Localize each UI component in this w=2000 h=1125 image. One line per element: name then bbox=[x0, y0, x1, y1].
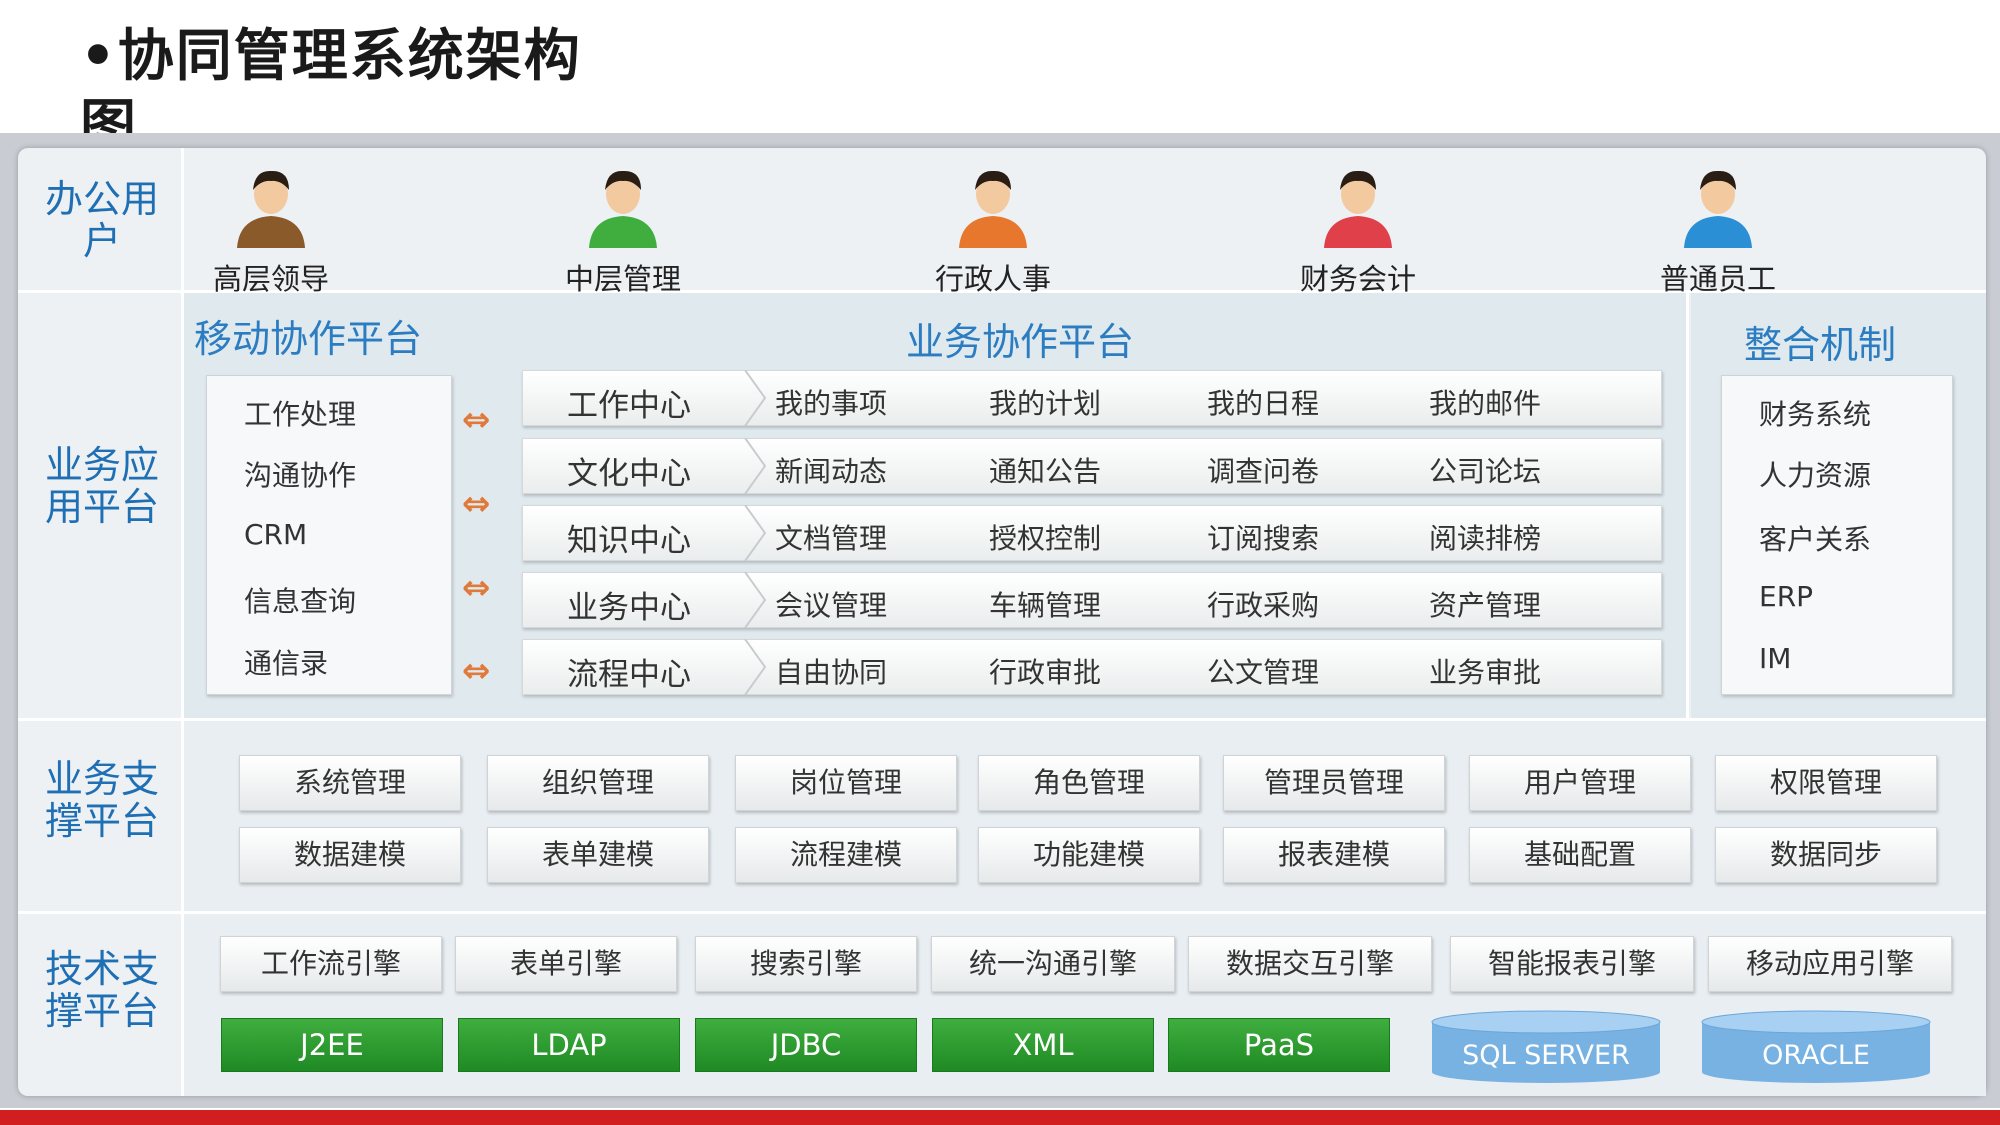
business-center-label: 业务中心 bbox=[567, 590, 691, 626]
tech-button[interactable]: XML bbox=[932, 1018, 1154, 1072]
senior-leader-avatar bbox=[237, 170, 305, 248]
engine-button[interactable]: 搜索引擎 bbox=[695, 936, 917, 992]
support-button[interactable]: 基础配置 bbox=[1469, 827, 1691, 883]
mobile-platform-title: 移动协作平台 bbox=[194, 317, 423, 361]
business-item: 我的计划 bbox=[988, 387, 1101, 420]
support-button[interactable]: 权限管理 bbox=[1715, 755, 1937, 811]
integration-title: 整合机制 bbox=[1744, 323, 1897, 367]
bottom-red-bar bbox=[0, 1110, 2000, 1125]
database-label: SQL SERVER bbox=[1462, 1040, 1630, 1071]
tech-button[interactable]: J2EE bbox=[221, 1018, 443, 1072]
tech-button[interactable]: LDAP bbox=[458, 1018, 680, 1072]
business-item: 公司论坛 bbox=[1428, 455, 1541, 488]
integration-item: 财务系统 bbox=[1759, 398, 1872, 431]
business-item: 行政采购 bbox=[1206, 589, 1319, 622]
business-item: 阅读排榜 bbox=[1428, 522, 1541, 555]
user-name: 财务会计 bbox=[1299, 262, 1416, 296]
support-button[interactable]: 报表建模 bbox=[1223, 827, 1445, 883]
business-platform-title: 业务协作平台 bbox=[906, 320, 1135, 364]
business-item: 公文管理 bbox=[1206, 656, 1319, 689]
business-item: 行政审批 bbox=[988, 656, 1101, 689]
integration-item: IM bbox=[1759, 642, 1792, 675]
user-2: 行政人事 bbox=[893, 166, 1093, 298]
business-item: 车辆管理 bbox=[988, 589, 1101, 622]
business-item: 通知公告 bbox=[988, 455, 1101, 488]
business-item: 自由协同 bbox=[774, 656, 887, 689]
business-item: 会议管理 bbox=[774, 589, 887, 622]
support-button[interactable]: 数据建模 bbox=[239, 827, 461, 883]
business-center-label: 流程中心 bbox=[567, 657, 691, 693]
business-item: 授权控制 bbox=[988, 522, 1101, 555]
admin-hr-avatar bbox=[959, 170, 1027, 248]
user-name: 高层领导 bbox=[212, 262, 329, 296]
business-item: 新闻动态 bbox=[774, 455, 887, 488]
user-name: 行政人事 bbox=[934, 262, 1051, 296]
integration-item: ERP bbox=[1759, 580, 1814, 613]
row-label-tech-support: 技术支撑平台 bbox=[44, 947, 159, 1033]
tech-button[interactable]: JDBC bbox=[695, 1018, 917, 1072]
mobile-item: 沟通协作 bbox=[244, 459, 357, 492]
support-button[interactable]: 流程建模 bbox=[735, 827, 957, 883]
business-center-label: 工作中心 bbox=[567, 388, 691, 424]
business-center-label: 文化中心 bbox=[567, 456, 691, 492]
engine-button[interactable]: 表单引擎 bbox=[455, 936, 677, 992]
integration-divider bbox=[1686, 293, 1689, 718]
mobile-item: 通信录 bbox=[244, 647, 329, 680]
business-center-label: 知识中心 bbox=[567, 523, 691, 559]
integration-item: 客户关系 bbox=[1759, 523, 1872, 556]
user-3: 财务会计 bbox=[1258, 166, 1458, 298]
user-0: 高层领导 bbox=[171, 166, 371, 298]
support-button[interactable]: 表单建模 bbox=[487, 827, 709, 883]
user-name: 普通员工 bbox=[1659, 262, 1776, 296]
mobile-item: CRM bbox=[244, 518, 308, 551]
row-label-business-app: 业务应用平台 bbox=[44, 443, 159, 529]
finance-accountant-avatar bbox=[1324, 170, 1392, 248]
bidirectional-arrow-icon: ⇔ bbox=[462, 651, 491, 691]
engine-button[interactable]: 智能报表引擎 bbox=[1450, 936, 1694, 992]
database-cylinder[interactable]: ORACLE bbox=[1700, 1010, 1932, 1084]
business-item: 我的日程 bbox=[1206, 387, 1319, 420]
architecture-panel: 办公用户 业务应用平台 业务支撑平台 技术支撑平台 高层领导 中层管理 行政人事 财务… bbox=[18, 148, 1986, 1096]
database-cylinder[interactable]: SQL SERVER bbox=[1430, 1010, 1662, 1084]
support-button[interactable]: 组织管理 bbox=[487, 755, 709, 811]
support-button[interactable]: 功能建模 bbox=[978, 827, 1200, 883]
row-label-office-users: 办公用户 bbox=[44, 177, 159, 263]
support-button[interactable]: 管理员管理 bbox=[1223, 755, 1445, 811]
tech-button[interactable]: PaaS bbox=[1168, 1018, 1390, 1072]
support-button[interactable]: 岗位管理 bbox=[735, 755, 957, 811]
support-button[interactable]: 用户管理 bbox=[1469, 755, 1691, 811]
business-item: 调查问卷 bbox=[1206, 455, 1319, 488]
mobile-item: 信息查询 bbox=[244, 585, 357, 618]
integration-item: 人力资源 bbox=[1759, 459, 1872, 492]
employee-avatar bbox=[1684, 170, 1752, 248]
engine-button[interactable]: 移动应用引擎 bbox=[1708, 936, 1952, 992]
business-item: 文档管理 bbox=[774, 522, 887, 555]
user-1: 中层管理 bbox=[523, 166, 723, 298]
business-item: 我的邮件 bbox=[1428, 387, 1541, 420]
engine-button[interactable]: 工作流引擎 bbox=[220, 936, 442, 992]
business-item: 订阅搜索 bbox=[1206, 522, 1319, 555]
engine-button[interactable]: 数据交互引擎 bbox=[1188, 936, 1432, 992]
support-button[interactable]: 系统管理 bbox=[239, 755, 461, 811]
bidirectional-arrow-icon: ⇔ bbox=[462, 484, 491, 524]
database-label: ORACLE bbox=[1762, 1040, 1870, 1071]
user-name: 中层管理 bbox=[564, 262, 681, 296]
middle-manager-avatar bbox=[589, 170, 657, 248]
bidirectional-arrow-icon: ⇔ bbox=[462, 400, 491, 440]
support-button[interactable]: 角色管理 bbox=[978, 755, 1200, 811]
engine-button[interactable]: 统一沟通引擎 bbox=[931, 936, 1175, 992]
bidirectional-arrow-icon: ⇔ bbox=[462, 568, 491, 608]
business-item: 资产管理 bbox=[1428, 589, 1541, 622]
mobile-item: 工作处理 bbox=[244, 398, 357, 431]
business-item: 我的事项 bbox=[774, 387, 887, 420]
row-label-business-support: 业务支撑平台 bbox=[44, 757, 159, 843]
business-item: 业务审批 bbox=[1428, 656, 1541, 689]
user-4: 普通员工 bbox=[1618, 166, 1818, 298]
support-button[interactable]: 数据同步 bbox=[1715, 827, 1937, 883]
